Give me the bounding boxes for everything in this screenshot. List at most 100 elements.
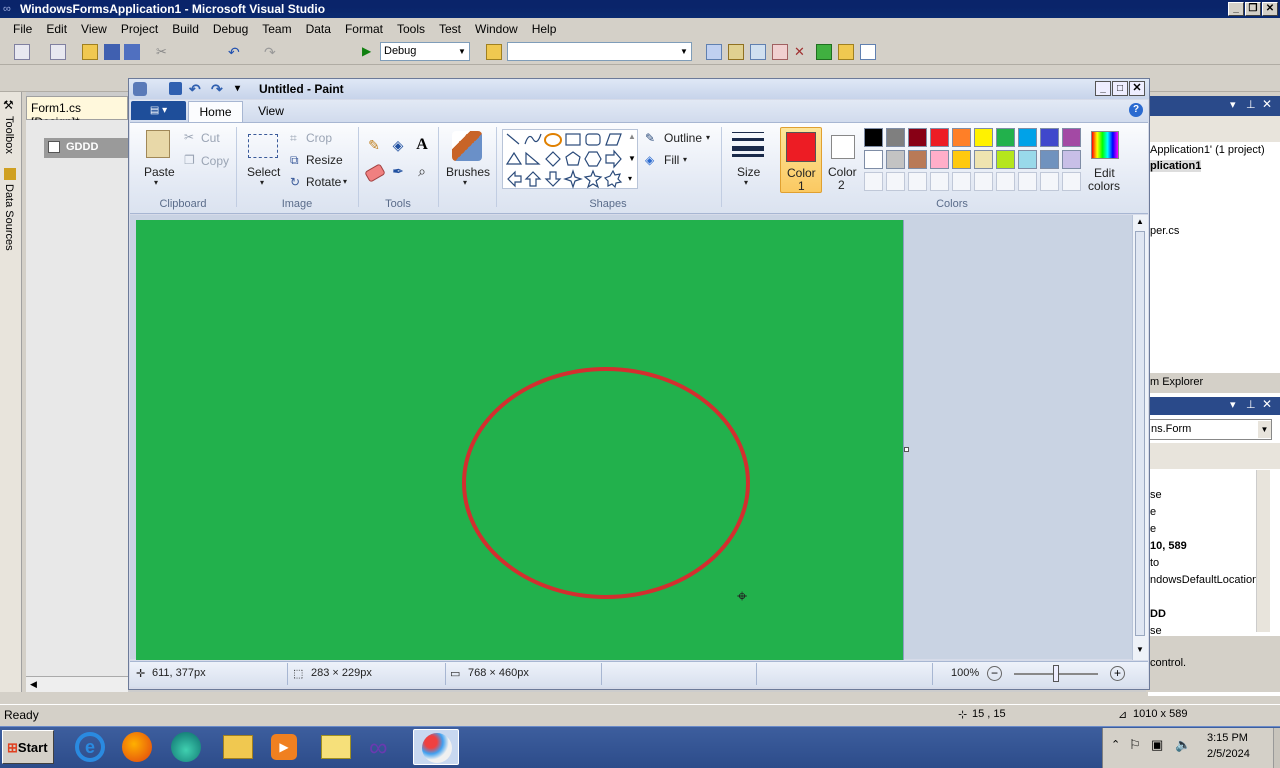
menu-view[interactable]: View [74,22,114,36]
palette-swatch[interactable] [1018,128,1037,147]
select-button[interactable]: Select ▾ [244,128,282,194]
cut-button[interactable]: Cut [201,131,220,145]
palette-swatch[interactable] [908,128,927,147]
rotate-button[interactable]: Rotate [306,175,341,189]
paint-menu-button[interactable]: ▤ ▾ [131,101,186,120]
minimize-button[interactable]: _ [1228,2,1244,16]
show-desktop-button[interactable] [1273,728,1280,768]
solution-explorer-tab[interactable]: m Explorer [1148,373,1280,393]
file-node[interactable]: per.cs [1150,225,1179,237]
palette-swatch[interactable] [1062,150,1081,169]
custom-color-slot[interactable] [1062,172,1081,191]
form-caption-bar[interactable]: GDDD [44,138,130,158]
custom-color-slot[interactable] [886,172,905,191]
menu-window[interactable]: Window [468,22,525,36]
size-button[interactable]: Size ▾ [728,128,768,194]
palette-swatch[interactable] [996,150,1015,169]
custom-color-slot[interactable] [952,172,971,191]
cut-icon[interactable]: ✂ [184,130,194,144]
fill-bucket-icon[interactable]: ◈ [388,137,408,157]
close-icon[interactable]: ✕ [1262,397,1272,411]
palette-swatch[interactable] [974,150,993,169]
undo-icon[interactable]: ↶ [189,79,201,99]
scroll-left-icon[interactable]: ◀ [30,679,37,690]
property-row[interactable]: ndowsDefaultLocation [1150,574,1258,586]
canvas-vscroll[interactable]: ▲ ▼ [1132,215,1148,660]
copy-button[interactable]: Copy [201,154,229,168]
minimize-button[interactable]: _ [1095,81,1111,96]
custom-color-slot[interactable] [864,172,883,191]
close-button[interactable]: ✕ [1262,2,1278,16]
start-button[interactable]: ⊞Start [2,730,54,764]
pin-icon[interactable]: ⊥ [1246,98,1256,111]
color2-button[interactable]: Color 2 [824,127,862,193]
palette-swatch[interactable] [886,150,905,169]
resize-icon[interactable]: ⧉ [290,153,299,168]
resize-button[interactable]: Resize [306,153,343,167]
pin-icon[interactable]: ⊥ [1246,398,1256,411]
object-browser-icon[interactable] [750,44,766,60]
undo-icon[interactable]: ↶ [228,44,244,60]
menu-team[interactable]: Team [255,22,298,36]
color-picker-icon[interactable]: ✒ [388,163,408,183]
edit-colors-button[interactable]: Edit colors [1088,128,1124,194]
find-in-files-icon[interactable] [486,44,502,60]
menu-test[interactable]: Test [432,22,468,36]
taskbar-media-icon[interactable]: ▶ [262,729,308,765]
cut-icon[interactable]: ✂ [156,44,172,60]
property-row[interactable]: to [1150,557,1159,569]
start-page-icon[interactable] [816,44,832,60]
scroll-up-icon[interactable]: ▲ [1136,217,1144,226]
taskbar-edge-icon[interactable] [163,729,209,765]
menu-file[interactable]: File [6,22,39,36]
crop-icon[interactable]: ⌗ [290,131,297,146]
menu-project[interactable]: Project [114,22,165,36]
expand-gallery-icon[interactable]: ▾ [628,174,632,183]
maximize-button[interactable]: □ [1112,81,1128,96]
palette-swatch[interactable] [952,128,971,147]
brushes-button[interactable]: Brushes ▾ [444,128,490,194]
crop-button[interactable]: Crop [306,131,332,145]
add-item-icon[interactable] [50,44,66,60]
custom-color-slot[interactable] [1018,172,1037,191]
open-folder-icon[interactable] [82,44,98,60]
pencil-icon[interactable]: ✎ [364,137,384,157]
toolbox-tab[interactable]: Toolbox [3,116,15,154]
menu-format[interactable]: Format [338,22,390,36]
properties-icon[interactable] [728,44,744,60]
palette-swatch[interactable] [930,128,949,147]
tab-home[interactable]: Home [188,101,243,123]
palette-swatch[interactable] [1018,150,1037,169]
property-row[interactable]: e [1150,506,1156,518]
menu-data[interactable]: Data [299,22,338,36]
save-icon[interactable] [104,44,120,60]
restore-button[interactable]: ❐ [1245,2,1261,16]
palette-swatch[interactable] [864,128,883,147]
rotate-icon[interactable]: ↻ [290,175,300,189]
taskbar-firefox-icon[interactable] [114,729,160,765]
redo-icon[interactable]: ↷ [211,79,223,99]
custom-color-slot[interactable] [974,172,993,191]
scroll-down-icon[interactable]: ▼ [628,154,636,163]
show-hidden-icons-icon[interactable]: ⌃ [1111,738,1120,751]
menu-tools[interactable]: Tools [390,22,432,36]
fill-icon[interactable]: ◈ [645,153,654,167]
solution-explorer-icon[interactable] [706,44,722,60]
properties-object-combo[interactable]: ns.Form [1148,419,1272,440]
save-icon[interactable] [169,82,182,95]
palette-swatch[interactable] [930,150,949,169]
palette-swatch[interactable] [908,150,927,169]
scroll-up-icon[interactable]: ▲ [628,132,636,141]
menu-build[interactable]: Build [165,22,206,36]
palette-swatch[interactable] [864,150,883,169]
shapes-gallery[interactable]: ▲ ▼ ▾ [502,129,638,189]
zoom-slider-thumb[interactable] [1053,665,1059,682]
new-project-icon[interactable] [14,44,30,60]
solution-node[interactable]: Application1' (1 project) [1150,144,1265,156]
chevron-down-icon[interactable]: ▾ [343,177,347,186]
tab-view[interactable]: View [246,101,296,122]
help-icon[interactable]: ? [1129,103,1143,117]
dropdown-icon[interactable]: ▾ [1230,398,1236,411]
project-node[interactable]: plication1 [1150,160,1202,172]
clock-date[interactable]: 2/5/2024 [1207,748,1250,760]
